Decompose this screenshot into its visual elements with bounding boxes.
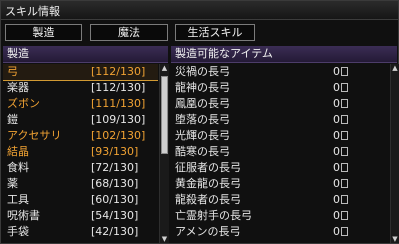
craftable-item-count: 0 (333, 145, 340, 158)
craftable-item-name: 亡霊射手の長弓 (175, 209, 252, 222)
scroll-thumb[interactable] (161, 76, 168, 154)
craftable-item-name: 黄金龍の長弓 (175, 177, 241, 190)
item-slot-icon (341, 83, 348, 92)
craftable-item-row[interactable]: 酷寒の長弓 0 (171, 144, 389, 160)
skill-category-row[interactable]: 工具 [60/130] (3, 192, 158, 208)
item-slot-icon (341, 67, 348, 76)
item-slot-icon (341, 147, 348, 156)
craftable-item-name: 酷寒の長弓 (175, 145, 230, 158)
skill-category-row[interactable]: 鎧 [109/130] (3, 112, 158, 128)
skill-level-value: [54/130] (91, 209, 139, 222)
craftable-item-count: 0 (333, 161, 340, 174)
scroll-down-icon[interactable]: ▼ (160, 235, 169, 243)
skill-category-name: 楽器 (7, 81, 29, 94)
item-slot-icon (341, 195, 348, 204)
craftable-item-list: 災禍の長弓 0 龍神の長弓 0 鳳凰の長弓 0 堕落の長弓 0 光輝の長弓 0 酷寒の長弓 0 征服者の… (171, 64, 389, 243)
craftable-item-row[interactable]: 龍神の長弓 0 (171, 80, 389, 96)
scroll-down-icon[interactable]: ▼ (391, 235, 399, 243)
skill-category-name: 薬 (7, 177, 18, 190)
craftable-item-row[interactable]: 龍殺者の長弓 0 (171, 192, 389, 208)
left-scrollbar[interactable]: ▲ ▼ (159, 64, 169, 243)
item-slot-icon (341, 131, 348, 140)
skill-category-row[interactable]: 結晶 [93/130] (3, 144, 158, 160)
skill-category-name: 結晶 (7, 145, 29, 158)
craftable-item-name: 龍殺者の長弓 (175, 193, 241, 206)
skill-level-value: [72/130] (91, 161, 139, 174)
skill-category-name: 工具 (7, 193, 29, 206)
item-slot-icon (341, 179, 348, 188)
craftable-item-row[interactable]: 征服者の長弓 0 (171, 160, 389, 176)
craftable-item-row[interactable]: 亡霊射手の長弓 0 (171, 208, 389, 224)
item-slot-icon (341, 99, 348, 108)
skill-level-value: [68/130] (91, 177, 139, 190)
skill-level-value: [102/130] (91, 129, 146, 142)
skill-category-name: 食料 (7, 161, 29, 174)
right-scrollbar[interactable]: ▲ ▼ (390, 64, 399, 243)
skill-level-value: [109/130] (91, 113, 146, 126)
skill-category-row[interactable]: 食料 [72/130] (3, 160, 158, 176)
skill-category-row[interactable]: 楽器 [112/130] (3, 80, 158, 96)
craftable-item-count: 0 (333, 97, 340, 110)
scroll-up-icon[interactable]: ▲ (391, 64, 399, 72)
craftable-item-row[interactable]: 黄金龍の長弓 0 (171, 176, 389, 192)
skill-category-row[interactable]: 手袋 [42/130] (3, 224, 158, 240)
skill-level-value: [111/130] (91, 97, 146, 110)
craftable-item-row[interactable]: 光輝の長弓 0 (171, 128, 389, 144)
skill-category-row[interactable]: 薬 [68/130] (3, 176, 158, 192)
craftable-item-name: 龍神の長弓 (175, 81, 230, 94)
skill-level-value: [112/130] (91, 65, 146, 78)
craftable-item-name: 災禍の長弓 (175, 65, 230, 78)
craftable-item-name: アメンの長弓 (175, 225, 241, 238)
skill-category-name: 手袋 (7, 225, 29, 238)
skill-category-row[interactable]: 弓 [112/130] (3, 64, 158, 81)
craftable-item-count: 0 (333, 65, 340, 78)
craftable-item-name: 堕落の長弓 (175, 113, 230, 126)
craftable-item-name: 鳳凰の長弓 (175, 97, 230, 110)
skill-category-name: 呪術書 (7, 209, 40, 222)
item-slot-icon (341, 227, 348, 236)
craftable-item-row[interactable]: アメンの長弓 0 (171, 224, 389, 240)
item-slot-icon (341, 211, 348, 220)
tab-bar: 製造 魔法 生活スキル (1, 21, 398, 43)
craftable-item-row[interactable]: 堕落の長弓 0 (171, 112, 389, 128)
left-panel-header: 製造 (3, 46, 168, 63)
craftable-item-count: 0 (333, 225, 340, 238)
craftable-item-name: 征服者の長弓 (175, 161, 241, 174)
skill-category-name: 鎧 (7, 113, 18, 126)
skill-category-list: 弓 [112/130] 楽器 [112/130] ズボン [111/130] 鎧 [109/1… (3, 64, 158, 243)
skill-category-row[interactable]: ズボン [111/130] (3, 96, 158, 112)
skill-category-row[interactable]: アクセサリ [102/130] (3, 128, 158, 144)
craftable-item-count: 0 (333, 193, 340, 206)
skill-category-row[interactable]: 呪術書 [54/130] (3, 208, 158, 224)
craftable-item-count: 0 (333, 177, 340, 190)
tab-magic[interactable]: 魔法 (90, 24, 168, 41)
skill-level-value: [112/130] (91, 81, 146, 94)
skill-level-value: [93/130] (91, 145, 139, 158)
skill-level-value: [42/130] (91, 225, 139, 238)
right-panel-header: 製造可能なアイテム (171, 46, 397, 63)
skill-category-name: 弓 (7, 65, 18, 78)
skill-info-window: スキル情報 製造 魔法 生活スキル 製造 製造可能なアイテム 弓 [112/130… (0, 0, 399, 244)
window-title: スキル情報 (5, 5, 60, 18)
craftable-item-count: 0 (333, 113, 340, 126)
skill-level-value: [60/130] (91, 193, 139, 206)
item-slot-icon (341, 163, 348, 172)
craftable-item-count: 0 (333, 81, 340, 94)
tab-manufacture[interactable]: 製造 (5, 24, 82, 41)
tab-life-skill[interactable]: 生活スキル (175, 24, 255, 41)
craftable-item-count: 0 (333, 209, 340, 222)
craftable-item-name: 光輝の長弓 (175, 129, 230, 142)
skill-category-name: アクセサリ (7, 129, 62, 142)
craftable-item-row[interactable]: 災禍の長弓 0 (171, 64, 389, 80)
craftable-item-count: 0 (333, 129, 340, 142)
scroll-up-icon[interactable]: ▲ (160, 64, 169, 72)
item-slot-icon (341, 115, 348, 124)
craftable-item-row[interactable]: 鳳凰の長弓 0 (171, 96, 389, 112)
skill-category-name: ズボン (7, 97, 40, 110)
title-bar[interactable]: スキル情報 (1, 1, 398, 20)
